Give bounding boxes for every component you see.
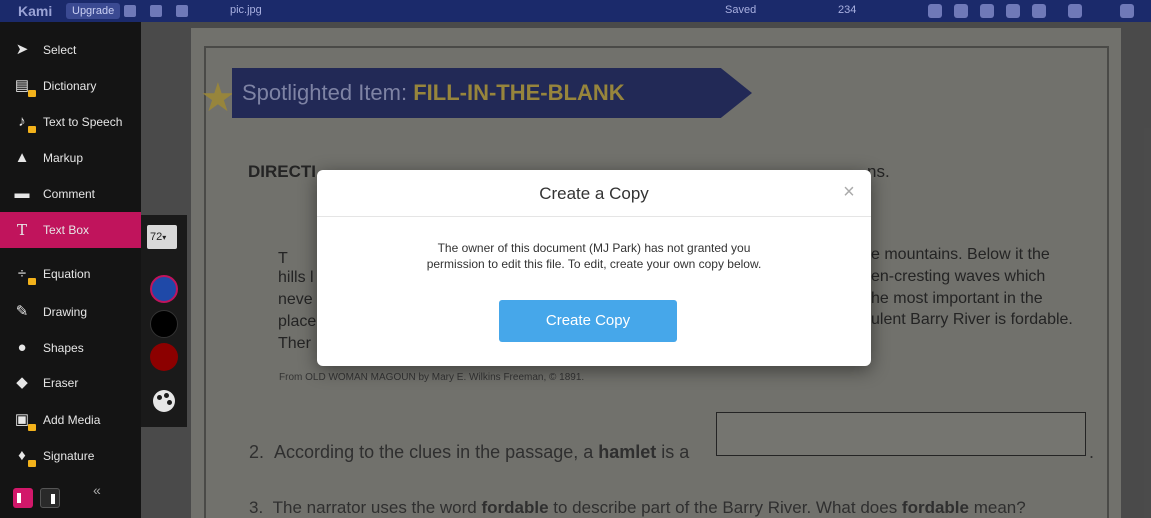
tool-sidebar: ➤ Select ▤ Dictionary ♪ Text to Speech ▲…	[0, 22, 141, 518]
color-swatch-blue[interactable]	[150, 275, 178, 303]
tool-dictionary[interactable]: ▤ Dictionary	[0, 68, 141, 104]
color-swatch-red[interactable]	[150, 343, 178, 371]
dialog-header: Create a Copy ×	[317, 170, 871, 217]
tool-label: Eraser	[43, 376, 79, 390]
pen-icon: ✎	[15, 303, 29, 320]
tool-label: Select	[43, 43, 77, 57]
app-window: ★ Spotlighted Item: FILL-IN-THE-BLANK DI…	[0, 0, 1151, 518]
tool-label: Comment	[43, 187, 96, 201]
tool-shapes[interactable]: ● Shapes	[0, 330, 141, 366]
cloud-icon[interactable]	[176, 5, 188, 17]
dialog-message-line: The owner of this document (MJ Park) has…	[437, 241, 751, 255]
tool-eraser[interactable]: ◆ Eraser	[0, 365, 141, 401]
share-icon[interactable]	[954, 4, 968, 18]
layout-right-button[interactable]	[40, 488, 60, 508]
highlighter-icon: ▲	[14, 149, 30, 166]
mail-icon[interactable]	[1032, 4, 1046, 18]
close-icon[interactable]: ×	[839, 182, 859, 202]
lock-icon	[28, 126, 36, 133]
lock-icon	[28, 90, 36, 97]
dialog-message: The owner of this document (MJ Park) has…	[357, 240, 831, 272]
menu-icon[interactable]	[1120, 4, 1134, 18]
eraser-icon: ◆	[16, 374, 28, 391]
save-icon[interactable]	[1006, 4, 1020, 18]
share-icon[interactable]	[150, 5, 162, 17]
tool-label: Drawing	[43, 305, 88, 319]
dialog-title: Create a Copy	[539, 184, 649, 203]
collapse-sidebar-button[interactable]: «	[93, 482, 101, 498]
textbox-options-panel: 72▾	[141, 215, 187, 427]
create-copy-dialog: Create a Copy × The owner of this docume…	[317, 170, 871, 366]
tool-label: Equation	[43, 267, 91, 281]
tool-label: Add Media	[43, 413, 101, 427]
tool-signature[interactable]: ♦ Signature	[0, 438, 141, 474]
toolbar-footer: «	[0, 474, 141, 518]
tool-label: Shapes	[43, 341, 84, 355]
top-bar: Kami Upgrade pic.jpg Saved 234	[0, 0, 1151, 22]
create-copy-button[interactable]: Create Copy	[499, 300, 677, 342]
text-icon: T	[16, 221, 27, 239]
palette-icon[interactable]	[153, 390, 175, 412]
font-size-select[interactable]: 72▾	[147, 225, 177, 249]
comment-icon: ▬	[14, 185, 30, 202]
tool-comment[interactable]: ▬ Comment	[0, 176, 141, 212]
lock-icon	[28, 278, 36, 285]
folder-icon[interactable]	[124, 5, 136, 17]
lock-icon	[28, 424, 36, 431]
lock-icon	[28, 460, 36, 467]
cursor-icon: ➤	[15, 41, 29, 58]
tool-text-box[interactable]: T Text Box	[0, 212, 141, 248]
chevron-down-icon: ▾	[162, 233, 167, 242]
tool-text-to-speech[interactable]: ♪ Text to Speech	[0, 104, 141, 140]
tool-label: Text to Speech	[43, 115, 123, 129]
tool-markup[interactable]: ▲ Markup	[0, 140, 141, 176]
app-logo: Kami	[18, 3, 53, 19]
tool-label: Text Box	[43, 223, 90, 237]
shapes-icon: ●	[17, 339, 27, 356]
print-icon[interactable]	[980, 4, 994, 18]
tool-equation[interactable]: ÷ Equation	[0, 256, 141, 292]
zoom-level[interactable]: 234	[838, 4, 856, 16]
file-name: pic.jpg	[230, 4, 262, 16]
color-swatch-black[interactable]	[150, 310, 178, 338]
tool-add-media[interactable]: ▣ Add Media	[0, 402, 141, 438]
upgrade-button[interactable]: Upgrade	[66, 3, 121, 19]
dialog-message-line: permission to edit this file. To edit, c…	[426, 257, 762, 271]
tool-label: Dictionary	[43, 79, 97, 93]
save-status: Saved	[725, 4, 757, 16]
comment-icon[interactable]	[928, 4, 942, 18]
tool-label: Signature	[43, 449, 95, 463]
tool-select[interactable]: ➤ Select	[0, 32, 141, 68]
layout-left-button[interactable]	[13, 488, 33, 508]
tool-label: Markup	[43, 151, 84, 165]
help-icon[interactable]	[1068, 4, 1082, 18]
tool-drawing[interactable]: ✎ Drawing	[0, 294, 141, 330]
